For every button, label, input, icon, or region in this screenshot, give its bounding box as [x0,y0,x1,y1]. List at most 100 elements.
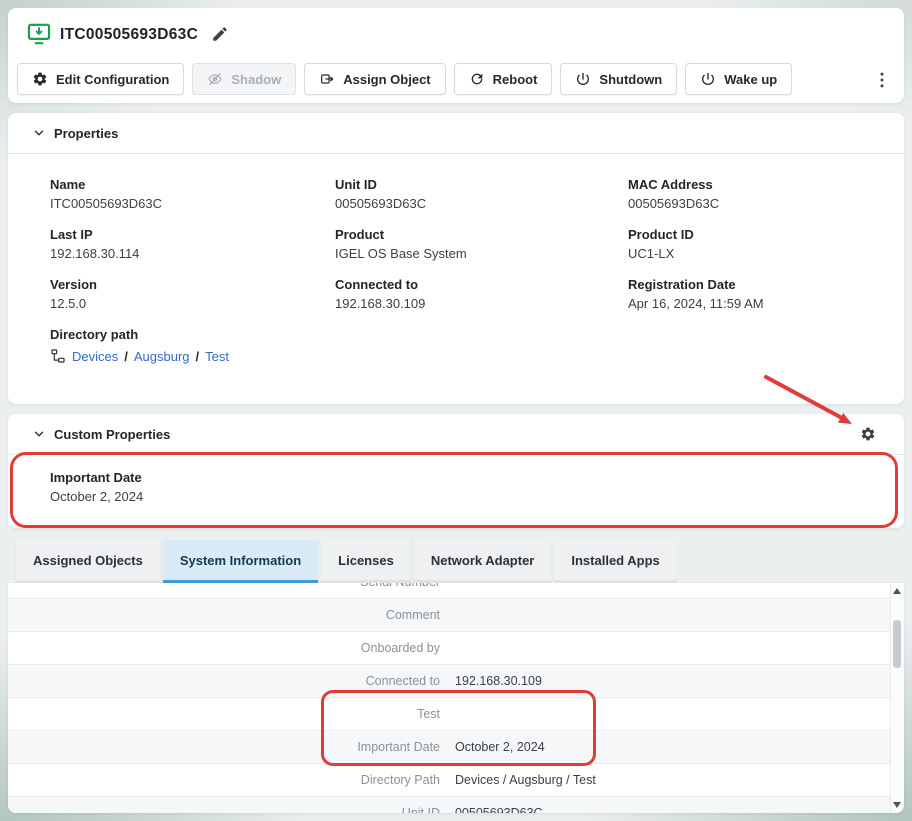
tab-assigned-objects[interactable]: Assigned Objects [16,540,160,583]
property-value: 192.168.30.109 [335,296,628,311]
property-label: Version [50,277,335,292]
property-value: 00505693D63C [628,196,874,211]
reboot-icon [469,71,485,87]
system-information-rows: Serial Number Comment Onboarded by Conne… [8,583,891,813]
property-field-mac-address: MAC Address 00505693D63C [628,177,874,211]
row-label: Serial Number [8,583,440,589]
path-separator: / [124,349,128,364]
wake-up-label: Wake up [724,72,777,87]
path-link-augsburg[interactable]: Augsburg [134,349,190,364]
chevron-down-icon[interactable] [32,427,46,441]
edit-configuration-button[interactable]: Edit Configuration [17,63,184,95]
tab-network-adapter[interactable]: Network Adapter [414,540,552,583]
page-title: ITC00505693D63C [60,22,198,48]
eye-off-icon [207,71,223,87]
property-label: Last IP [50,227,335,242]
custom-property-value: October 2, 2024 [50,489,143,504]
path-link-test[interactable]: Test [205,349,229,364]
directory-tree-icon [50,348,66,364]
row-value: Devices / Augsburg / Test [455,773,596,787]
property-value: Apr 16, 2024, 11:59 AM [628,296,874,311]
table-row-unit-id: Unit ID 00505693D63C [8,797,891,813]
row-label: Connected to [8,674,440,688]
scrollbar-up-arrow-icon[interactable] [893,588,901,594]
path-link-devices[interactable]: Devices [72,349,118,364]
gear-icon [32,71,48,87]
table-row-connected-to: Connected to 192.168.30.109 [8,665,891,698]
reboot-label: Reboot [493,72,538,87]
directory-path-label: Directory path [50,327,874,342]
system-information-table: Serial Number Comment Onboarded by Conne… [8,583,904,813]
properties-section-title: Properties [54,126,118,141]
property-field-last-ip: Last IP 192.168.30.114 [50,227,335,261]
row-value: 00505693D63C [455,806,543,813]
toolbar: Edit Configuration Shadow Assign Object … [17,63,792,95]
shadow-button: Shadow [192,63,296,95]
property-label: Name [50,177,335,192]
property-label: Product ID [628,227,874,242]
wake-up-button[interactable]: Wake up [685,63,792,95]
device-monitor-icon [26,21,52,47]
property-field-connected-to: Connected to 192.168.30.109 [335,277,628,311]
table-row-directory-path: Directory Path Devices / Augsburg / Test [8,764,891,797]
property-value: 192.168.30.114 [50,246,335,261]
breadcrumb: Devices / Augsburg / Test [50,348,874,364]
properties-section-header[interactable]: Properties [8,113,904,154]
property-value: ITC00505693D63C [50,196,335,211]
shutdown-button[interactable]: Shutdown [560,63,677,95]
row-label: Onboarded by [8,641,440,655]
tab-installed-apps[interactable]: Installed Apps [554,540,676,583]
custom-property-label: Important Date [50,470,143,485]
row-label: Test [8,707,440,721]
reboot-button[interactable]: Reboot [454,63,553,95]
property-value: 00505693D63C [335,196,628,211]
row-label: Important Date [8,740,440,754]
custom-property-field: Important Date October 2, 2024 [50,470,143,504]
table-row-comment: Comment [8,599,891,632]
table-row-onboarded-by: Onboarded by [8,632,891,665]
property-label: MAC Address [628,177,874,192]
power-icon [575,71,591,87]
device-detail-page: ITC00505693D63C Edit Configuration Shado… [0,0,912,821]
table-row-important-date: Important Date October 2, 2024 [8,731,891,764]
property-field-unit-id: Unit ID 00505693D63C [335,177,628,211]
row-label: Directory Path [8,773,440,787]
shadow-label: Shadow [231,72,281,87]
scrollbar-down-arrow-icon[interactable] [893,802,901,808]
chevron-down-icon[interactable] [32,126,46,140]
properties-card: Properties Name ITC00505693D63C Unit ID … [8,113,904,404]
property-field-name: Name ITC00505693D63C [50,177,335,211]
table-row-test: Test [8,698,891,731]
custom-properties-card: Custom Properties Important Date October… [8,414,904,528]
kebab-menu-icon[interactable] [872,70,892,90]
tab-system-information[interactable]: System Information [163,540,318,583]
rename-pencil-icon[interactable] [211,25,229,43]
property-label: Registration Date [628,277,874,292]
property-label: Unit ID [335,177,628,192]
row-value: 192.168.30.109 [455,674,542,688]
power-icon [700,71,716,87]
custom-properties-section-header[interactable]: Custom Properties [8,414,904,455]
header-card: ITC00505693D63C Edit Configuration Shado… [8,8,904,103]
custom-properties-settings-gear-icon[interactable] [860,426,876,442]
properties-grid: Name ITC00505693D63C Unit ID 00505693D63… [50,177,874,364]
assign-object-button[interactable]: Assign Object [304,63,445,95]
property-field-product: Product IGEL OS Base System [335,227,628,261]
table-row-serial-number: Serial Number [8,583,891,599]
assign-object-label: Assign Object [343,72,430,87]
property-value: UC1-LX [628,246,874,261]
property-field-version: Version 12.5.0 [50,277,335,311]
scrollbar-thumb[interactable] [893,620,901,668]
property-field-registration-date: Registration Date Apr 16, 2024, 11:59 AM [628,277,874,311]
property-label: Product [335,227,628,242]
property-value: IGEL OS Base System [335,246,628,261]
property-value: 12.5.0 [50,296,335,311]
property-label: Connected to [335,277,628,292]
detail-tabs: Assigned Objects System Information Lice… [16,540,677,583]
assign-object-icon [319,71,335,87]
tab-licenses[interactable]: Licenses [321,540,411,583]
row-label: Comment [8,608,440,622]
vertical-scrollbar[interactable] [890,583,904,813]
shutdown-label: Shutdown [599,72,662,87]
custom-properties-section-title: Custom Properties [54,427,170,442]
